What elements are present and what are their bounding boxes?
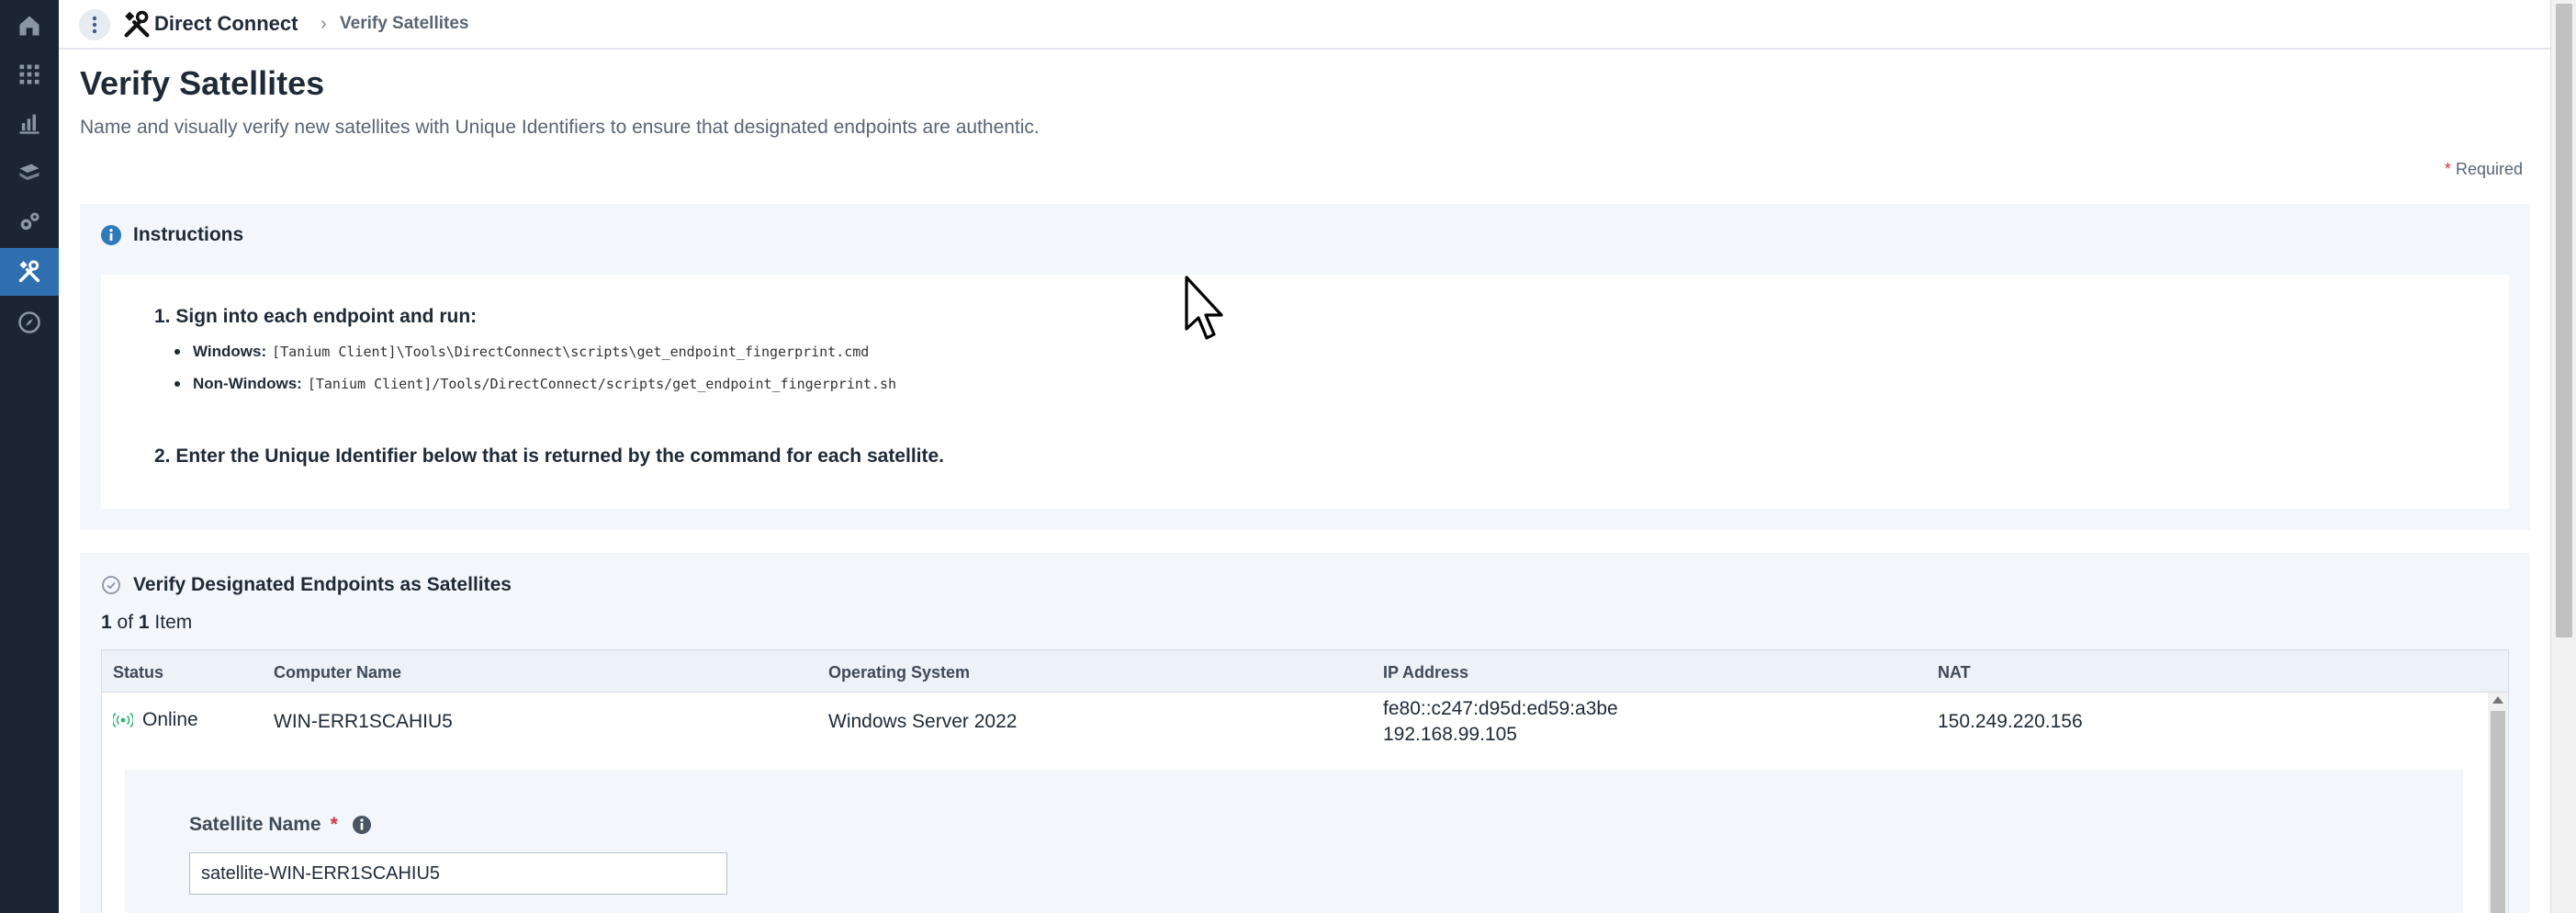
nav-reports[interactable]: [0, 99, 59, 147]
layers-icon: [19, 163, 39, 181]
row-operating-system: Windows Server 2022: [828, 711, 1018, 732]
column-ip-address[interactable]: IP Address: [1383, 663, 1468, 682]
nonwindows-command-path: [Tanium Client]/Tools/DirectConnect/scri…: [307, 376, 897, 392]
nav-apps[interactable]: [0, 51, 59, 98]
item-count-current: 1: [101, 612, 112, 633]
breadcrumb-current-page: Verify Satellites: [340, 14, 469, 33]
page-scroll-thumb[interactable]: [2556, 4, 2572, 637]
column-operating-system[interactable]: Operating System: [828, 663, 970, 682]
instructions-panel: Instructions 1. Sign into each endpoint …: [80, 204, 2530, 530]
verify-endpoints-header: Verify Designated Endpoints as Satellite…: [100, 574, 512, 596]
left-nav-rail: [0, 0, 59, 913]
satellite-name-label-text: Satellite Name: [189, 814, 321, 835]
instruction-nonwindows-command: Non-Windows: [Tanium Client]/Tools/Direc…: [174, 375, 896, 393]
breadcrumb-direct-connect[interactable]: Direct Connect: [154, 12, 298, 36]
nav-layers[interactable]: [0, 149, 59, 197]
required-star: *: [2444, 160, 2451, 178]
row-status: Online: [113, 709, 198, 731]
table-scrollbar[interactable]: [2488, 693, 2508, 913]
verify-endpoints-panel: Verify Designated Endpoints as Satellite…: [80, 553, 2530, 913]
online-signal-icon: [113, 712, 133, 728]
direct-connect-tools-icon: [124, 10, 150, 38]
check-circle-icon: [102, 576, 120, 594]
satellite-detail: Satellite Name *: [125, 770, 2463, 913]
satellite-name-input[interactable]: [189, 852, 727, 895]
column-nat[interactable]: NAT: [1938, 663, 1971, 682]
instructions-body: 1. Sign into each endpoint and run: Wind…: [101, 275, 2509, 509]
apps-grid-icon: [19, 64, 39, 85]
satellite-name-label: Satellite Name *: [189, 814, 373, 836]
breadcrumb-separator: ›: [321, 14, 327, 34]
row-ip-v6: fe80::c247:d95d:ed59:a3be: [1383, 698, 1618, 719]
nonwindows-label: Non-Windows:: [193, 375, 302, 392]
nav-home[interactable]: [0, 2, 59, 50]
instructions-header: Instructions: [100, 224, 243, 246]
compass-icon: [18, 311, 40, 333]
nav-explore[interactable]: [0, 299, 59, 346]
column-status[interactable]: Status: [113, 663, 163, 682]
windows-command-path: [Tanium Client]\Tools\DirectConnect\scri…: [272, 344, 870, 360]
item-count-unit: Item: [154, 612, 193, 633]
info-icon: [101, 225, 121, 245]
instruction-step-2: 2. Enter the Unique Identifier below tha…: [154, 445, 944, 467]
page-scrollbar[interactable]: [2550, 0, 2576, 913]
tools-icon: [18, 260, 40, 283]
windows-label: Windows:: [193, 343, 267, 360]
bullet-dot: [174, 349, 180, 355]
gears-icon: [20, 212, 39, 231]
row-ip-v4: 192.168.99.105: [1383, 724, 1517, 745]
satellites-table: Status Computer Name Operating System IP…: [101, 649, 2509, 913]
bullet-dot: [174, 381, 180, 387]
instruction-step-1: 1. Sign into each endpoint and run:: [154, 306, 478, 327]
instructions-title: Instructions: [133, 224, 244, 245]
required-label: Required: [2455, 160, 2523, 178]
item-count-of: of: [117, 612, 134, 633]
more-menu-button[interactable]: [79, 9, 110, 40]
bar-chart-icon: [19, 114, 39, 134]
required-legend: * Required: [2445, 160, 2523, 179]
table-header: Status Computer Name Operating System IP…: [102, 650, 2508, 693]
nav-administration[interactable]: [0, 198, 59, 246]
row-nat: 150.249.220.156: [1938, 711, 2083, 732]
nav-tools[interactable]: [0, 248, 59, 296]
kebab-icon: [92, 16, 97, 34]
instruction-windows-command: Windows: [Tanium Client]\Tools\DirectCon…: [174, 343, 869, 361]
home-icon: [19, 16, 39, 36]
table-scroll-thumb[interactable]: [2491, 711, 2505, 913]
item-count-total: 1: [138, 612, 150, 633]
item-count: 1 of 1 Item: [101, 612, 192, 634]
page-description: Name and visually verify new satellites …: [80, 117, 1040, 138]
column-computer-name[interactable]: Computer Name: [274, 663, 401, 682]
required-star: *: [330, 814, 338, 835]
top-bar: Direct Connect › Verify Satellites: [59, 0, 2550, 50]
info-icon[interactable]: [351, 814, 373, 836]
page-title: Verify Satellites: [80, 64, 325, 102]
verify-endpoints-title: Verify Designated Endpoints as Satellite…: [133, 574, 512, 595]
status-text: Online: [142, 709, 198, 730]
mouse-cursor-icon: [1185, 276, 1223, 340]
row-computer-name: WIN-ERR1SCAHIU5: [274, 711, 453, 732]
scroll-up-arrow-icon[interactable]: [2492, 696, 2503, 704]
